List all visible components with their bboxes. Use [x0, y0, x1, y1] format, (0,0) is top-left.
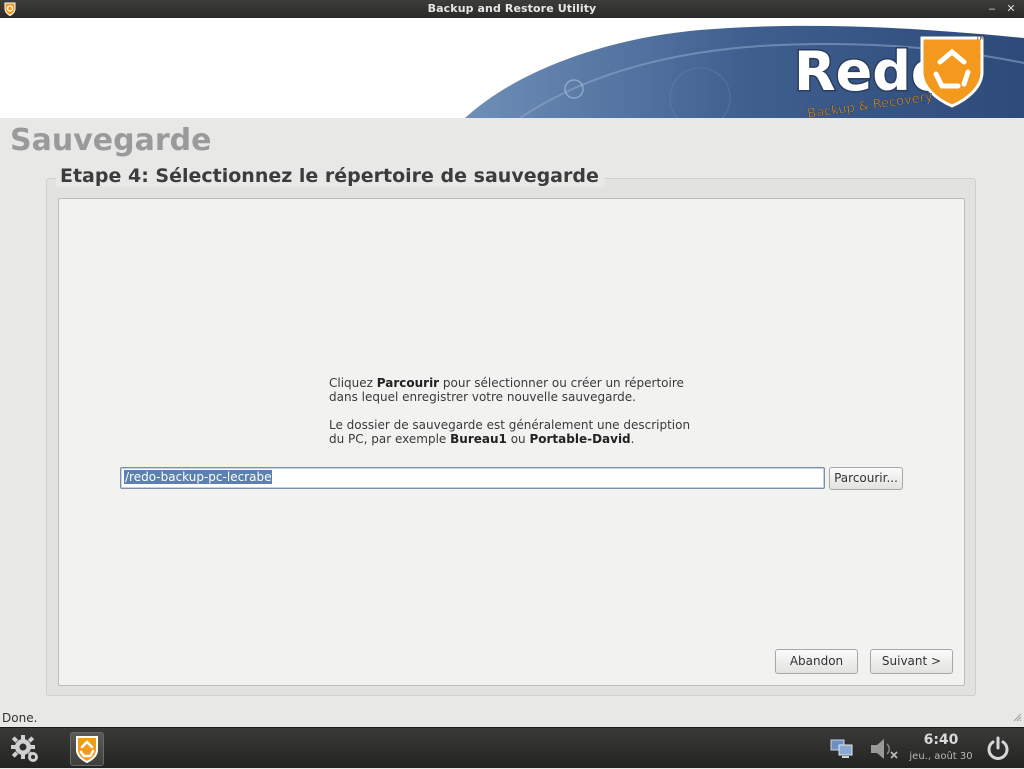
selected-path-text: /redo-backup-pc-lecrabe — [124, 470, 273, 484]
close-icon[interactable]: ✕ — [1003, 1, 1019, 17]
redo-logo: Redo TM Backup & Recovery — [793, 35, 985, 118]
instruction-line: du PC, par exemple Bureau1 ou Portable-D… — [329, 432, 690, 446]
instruction-fragment: Cliquez — [329, 376, 377, 390]
network-icon[interactable] — [829, 736, 855, 762]
instruction-bold: Portable-David — [529, 432, 631, 446]
instructions-text: Cliquez Parcourir pour sélectionner ou c… — [329, 376, 690, 446]
power-icon[interactable] — [985, 736, 1011, 762]
instruction-fragment: ou — [506, 432, 530, 446]
browse-button[interactable]: Parcourir... — [829, 467, 903, 490]
redo-taskbar-button[interactable] — [70, 732, 104, 766]
instruction-fragment: pour sélectionner ou créer un répertoire — [439, 376, 684, 390]
svg-text:TM: TM — [975, 35, 985, 42]
status-text: Done. — [2, 711, 38, 725]
volume-muted-icon[interactable] — [868, 736, 900, 762]
instruction-line: Le dossier de sauvegarde est généralemen… — [329, 418, 691, 432]
instruction-fragment: du PC, par exemple — [329, 432, 451, 446]
instruction-bold: Parcourir — [376, 376, 440, 390]
instruction-bold: Bureau1 — [450, 432, 507, 446]
instruction-line: Cliquez Parcourir pour sélectionner ou c… — [329, 376, 690, 390]
window-title: Backup and Restore Utility — [427, 2, 597, 15]
clock-date[interactable]: jeu., août 30 — [906, 751, 976, 762]
clock-time[interactable]: 6:40 — [910, 732, 972, 748]
backup-directory-input[interactable]: /redo-backup-pc-lecrabe — [120, 467, 825, 489]
page-title: Sauvegarde — [10, 123, 212, 158]
gear-icon[interactable] — [10, 734, 40, 764]
resize-grip-icon[interactable] — [1012, 712, 1022, 722]
step-title: Etape 4: Sélectionnez le répertoire de s… — [56, 165, 605, 187]
taskbar — [0, 727, 1024, 768]
redo-app-icon — [76, 736, 98, 764]
minimize-icon[interactable]: ‒ — [984, 1, 1000, 17]
instruction-line: dans lequel enregistrer votre nouvelle s… — [329, 390, 636, 404]
next-button[interactable]: Suivant > — [870, 649, 953, 674]
header-banner: Redo TM Backup & Recovery — [0, 18, 1024, 118]
instruction-fragment: . — [630, 432, 635, 446]
abandon-button[interactable]: Abandon — [775, 649, 858, 674]
window-titlebar[interactable]: Backup and Restore Utility ‒ ✕ — [0, 0, 1024, 18]
